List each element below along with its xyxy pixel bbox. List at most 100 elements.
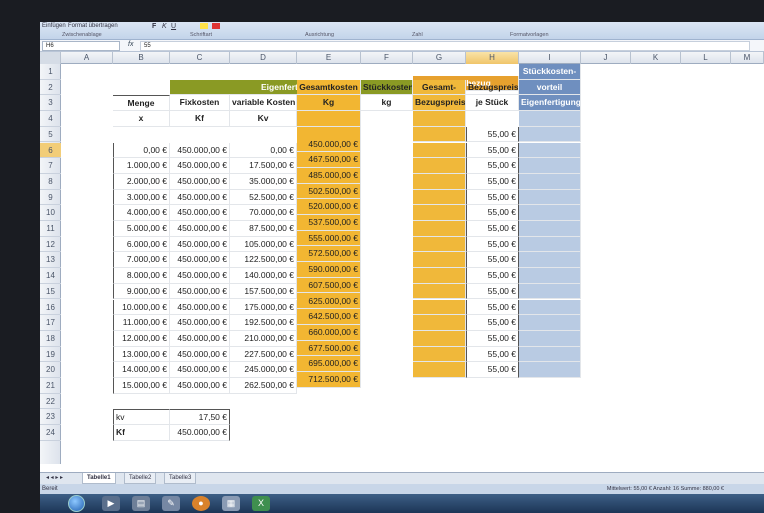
name-box[interactable]: H6 (42, 41, 120, 51)
cell-h15[interactable]: 55,00 € (466, 283, 519, 300)
header-stueckkosten[interactable]: Stückkosten (361, 79, 413, 96)
column-header-h[interactable]: H (466, 52, 519, 64)
cell-e12[interactable]: 555.000,00 € (297, 230, 361, 247)
row-header-19[interactable]: 19 (40, 347, 61, 363)
cell-b20[interactable]: 14.000,00 € (113, 362, 170, 378)
cell-g15-fill[interactable] (413, 283, 466, 300)
cell-g18-fill[interactable] (413, 330, 466, 347)
header-variable-kosten[interactable]: variable Kosten (230, 95, 297, 112)
row-header-13[interactable]: 13 (40, 252, 61, 269)
excel-icon[interactable]: X (252, 496, 270, 511)
cell-d8[interactable]: 35.000,00 € (230, 173, 297, 190)
cell-c8[interactable]: 450.000,00 € (170, 173, 230, 190)
cell-b18[interactable]: 12.000,00 € (113, 330, 170, 347)
cell-b19[interactable]: 13.000,00 € (113, 346, 170, 363)
header-fixkosten[interactable]: Fixkosten (170, 95, 230, 112)
cell-e21[interactable]: 712.500,00 € (297, 372, 361, 388)
row-header-17[interactable]: 17 (40, 315, 61, 331)
column-header-f[interactable]: F (361, 52, 413, 64)
cell-c20[interactable]: 450.000,00 € (170, 362, 230, 378)
cell-b13[interactable]: 7.000,00 € (113, 252, 170, 269)
cell-b9[interactable]: 3.000,00 € (113, 189, 170, 206)
column-header-c[interactable]: C (170, 52, 230, 64)
cell-c16[interactable]: 450.000,00 € (170, 299, 230, 316)
header-je-stueck[interactable]: je Stück (466, 95, 519, 112)
row-header-6[interactable]: 6 (40, 142, 61, 159)
cell-g19-fill[interactable] (413, 346, 466, 363)
header-stueckkosten-vorteil-3[interactable]: Eigenfertigung (519, 95, 581, 112)
cell-d12[interactable]: 105.000,00 € (230, 236, 297, 253)
cell-g6-fill[interactable] (413, 142, 466, 159)
row-header-21[interactable]: 21 (40, 378, 61, 394)
row-header-12[interactable]: 12 (40, 237, 61, 253)
cell-e17[interactable]: 642.500,00 € (297, 309, 361, 325)
row-header-18[interactable]: 18 (40, 331, 61, 347)
library-icon[interactable]: ▤ (132, 496, 150, 511)
cell-c13[interactable]: 450.000,00 € (170, 252, 230, 269)
header-kv[interactable]: Kv (230, 111, 297, 127)
cell-b8[interactable]: 2.000,00 € (113, 173, 170, 190)
row-header-7[interactable]: 7 (40, 158, 61, 174)
cell-c21[interactable]: 450.000,00 € (170, 378, 230, 394)
media-player-icon[interactable]: ▶ (102, 496, 120, 511)
explorer-icon[interactable]: ▦ (222, 496, 240, 511)
row-header-14[interactable]: 14 (40, 268, 61, 284)
fx-icon[interactable]: fx (128, 41, 133, 48)
format-painter-button[interactable]: Format übertragen (68, 23, 118, 29)
cell-b15[interactable]: 9.000,00 € (113, 283, 170, 300)
cell-e15[interactable]: 607.500,00 € (297, 277, 361, 294)
row-header-10[interactable]: 10 (40, 205, 61, 221)
formula-input[interactable]: 55 (140, 41, 750, 51)
row-header-2[interactable]: 2 (40, 80, 61, 96)
cell-c10[interactable]: 450.000,00 € (170, 205, 230, 221)
cell-e14[interactable]: 590.000,00 € (297, 262, 361, 278)
tab-tabelle2[interactable]: Tabelle2 (124, 473, 157, 484)
cell-i6-fill[interactable] (519, 142, 581, 159)
header-bezugspreis[interactable]: Bezugspreis (413, 95, 466, 112)
cell-h20[interactable]: 55,00 € (466, 362, 519, 378)
cell-i7-fill[interactable] (519, 158, 581, 174)
cell-i15-fill[interactable] (519, 283, 581, 300)
font-color-icon[interactable] (212, 23, 220, 29)
row-header-5[interactable]: 5 (40, 127, 61, 143)
header-gesamtkosten[interactable]: Gesamtkosten (297, 79, 361, 96)
cell-c9[interactable]: 450.000,00 € (170, 189, 230, 206)
cell-e11[interactable]: 537.500,00 € (297, 215, 361, 231)
cell-b6[interactable]: 0,00 € (113, 142, 170, 159)
cell-h18[interactable]: 55,00 € (466, 330, 519, 347)
cell-d20[interactable]: 245.000,00 € (230, 362, 297, 378)
cell-g14-fill[interactable] (413, 268, 466, 284)
cell-d15[interactable]: 157.500,00 € (230, 283, 297, 300)
cell-g17-fill[interactable] (413, 315, 466, 331)
cell-b12[interactable]: 6.000,00 € (113, 236, 170, 253)
cell-e19[interactable]: 677.500,00 € (297, 340, 361, 357)
header-gesamt[interactable]: Gesamt- (413, 79, 466, 96)
cell-i11-fill[interactable] (519, 221, 581, 237)
paint-icon[interactable]: ✎ (162, 496, 180, 511)
cell-d19[interactable]: 227.500,00 € (230, 346, 297, 363)
highlight-color-icon[interactable] (200, 23, 208, 29)
paste-button[interactable]: Einfügen (42, 23, 66, 29)
italic-icon[interactable]: K (162, 23, 167, 30)
cell-i14-fill[interactable] (519, 268, 581, 284)
cell-h16[interactable]: 55,00 € (466, 299, 519, 316)
cell-e18[interactable]: 660.000,00 € (297, 324, 361, 341)
cell-i19-fill[interactable] (519, 346, 581, 363)
cell-g16-fill[interactable] (413, 299, 466, 316)
cell-h5[interactable]: 55,00 € (466, 126, 519, 143)
column-header-a[interactable]: A (61, 52, 113, 64)
cell-i20-fill[interactable] (519, 362, 581, 378)
cell-b21[interactable]: 15.000,00 € (113, 378, 170, 394)
cell-c7[interactable]: 450.000,00 € (170, 158, 230, 174)
header-stueckkosten-vorteil-2[interactable]: vorteil (519, 79, 581, 96)
cell-c24-kf-value[interactable]: 450.000,00 € (170, 425, 230, 441)
cell-h6[interactable]: 55,00 € (466, 142, 519, 159)
column-header-j[interactable]: J (581, 52, 631, 64)
underline-icon[interactable]: U (171, 23, 176, 30)
cell-d10[interactable]: 70.000,00 € (230, 205, 297, 221)
cell-i10-fill[interactable] (519, 205, 581, 221)
cell-h9[interactable]: 55,00 € (466, 189, 519, 206)
row-header-23[interactable]: 23 (40, 409, 61, 426)
cell-e13[interactable]: 572.500,00 € (297, 246, 361, 263)
cell-h14[interactable]: 55,00 € (466, 268, 519, 284)
